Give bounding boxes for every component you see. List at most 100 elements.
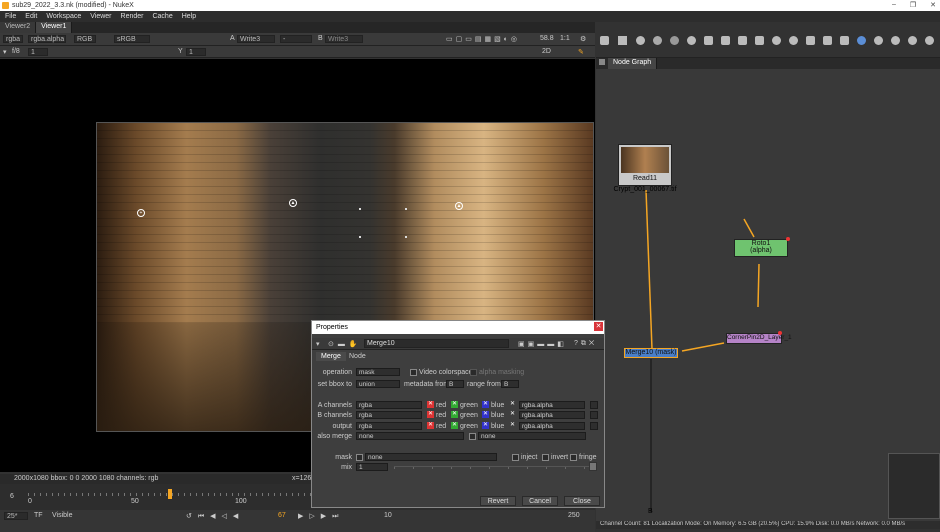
menu-cache[interactable]: Cache [152,13,172,20]
tab-node-graph[interactable]: Node Graph [608,58,658,69]
mix-field[interactable]: 1 [356,463,388,471]
fps-dropdown[interactable]: 25* [4,512,28,520]
gamma-field[interactable]: 1 [186,48,206,56]
operation-dropdown[interactable]: mask [356,368,400,376]
read-node[interactable]: Read11 [618,144,672,186]
b-alpha-dropdown[interactable]: rgba.alpha [519,411,585,419]
deep-icon[interactable] [789,36,798,45]
composite-mode-dropdown[interactable]: - [280,35,312,43]
fringe-checkbox[interactable] [570,454,577,461]
set-bbox-dropdown[interactable]: union [356,380,400,388]
furnace-icon[interactable] [891,36,900,45]
range-from-dropdown[interactable]: B [501,380,519,388]
node-graph-minimap[interactable] [888,453,940,519]
mask-enable-checkbox[interactable] [356,454,363,461]
alpha-channel-checkbox[interactable]: ✕ [509,411,516,418]
cancel-button[interactable]: Cancel [522,496,558,506]
view-mode-dropdown[interactable]: 2D [542,48,551,55]
ratio-dropdown[interactable]: 1:1 [560,35,570,42]
cornerpin-node[interactable]: CornerPin2D_Layer_1 [726,333,792,344]
b-channels-dropdown[interactable]: rgba [356,411,422,419]
green-channel-checkbox[interactable]: ✕ [451,411,458,418]
playhead[interactable] [168,489,172,499]
output-channel-menu[interactable] [590,422,598,430]
point-marker[interactable] [405,208,407,210]
merge-icon[interactable] [721,36,730,45]
paint-icon[interactable]: ✎ [578,48,584,56]
draw-icon[interactable] [618,36,627,45]
blue-channel-checkbox[interactable]: ✕ [482,411,489,418]
tab-node[interactable]: Node [344,352,371,361]
help-icon[interactable] [925,36,934,45]
menu-edit[interactable]: Edit [25,13,37,20]
roto-node[interactable]: Roto1 (alpha) [734,239,788,257]
zoom-level[interactable]: 58.8 [540,35,554,42]
cornerpin-handle-icon[interactable]: ▲ [289,199,297,207]
red-channel-checkbox[interactable]: ✕ [427,422,434,429]
minimize-button[interactable]: – [892,1,896,9]
properties-title-bar[interactable]: Properties [312,321,604,334]
tab-viewer1[interactable]: Viewer1 [36,22,73,33]
channel-icon[interactable] [653,36,662,45]
menu-file[interactable]: File [5,13,16,20]
maximize-button[interactable]: ❐ [910,1,916,9]
tab-viewer2[interactable]: Viewer2 [0,22,37,33]
transport-controls-forward[interactable]: ▶▷▶⏭ [298,512,344,521]
3d-icon[interactable] [755,36,764,45]
viewer-tool-icons[interactable]: ▭▢▭▤▦▧◐◎ [446,35,520,43]
point-marker[interactable] [359,236,361,238]
toolbar-icon[interactable] [600,36,609,45]
tab-merge[interactable]: Merge [316,352,346,361]
alpha-channel-checkbox[interactable]: ✕ [509,401,516,408]
green-channel-checkbox[interactable]: ✕ [451,401,458,408]
inject-checkbox[interactable] [512,454,519,461]
transport-controls[interactable]: ↺⏮◀◁◀ [186,512,244,521]
invert-checkbox[interactable] [542,454,549,461]
green-channel-checkbox[interactable]: ✕ [451,422,458,429]
ml-icon[interactable] [857,36,866,45]
b-input-dropdown[interactable]: Write3 [325,35,363,43]
close-button[interactable]: Close [564,496,600,506]
settings-icon[interactable]: ⚙ [580,35,586,43]
menu-help[interactable]: Help [182,13,196,20]
node-name-field[interactable]: Merge10 [364,339,509,348]
timeframe-dropdown[interactable]: TF [34,512,43,519]
blue-channel-checkbox[interactable]: ✕ [482,422,489,429]
point-marker[interactable] [405,236,407,238]
views-icon[interactable] [806,36,815,45]
menu-viewer[interactable]: Viewer [90,13,111,20]
alpha-channel-dropdown[interactable]: rgba.alpha [28,35,66,43]
filter-icon[interactable] [687,36,696,45]
a-input-dropdown[interactable]: Write3 [237,35,275,43]
merge-node[interactable]: Merge10 (mask) [624,348,678,358]
metadata-from-dropdown[interactable]: B [446,380,464,388]
node-color-icons[interactable]: ▣▣▬▬◧ [518,340,567,348]
visible-range-dropdown[interactable]: Visible [52,512,73,519]
menu-workspace[interactable]: Workspace [46,13,81,20]
alpha-channel-checkbox[interactable]: ✕ [509,422,516,429]
collapse-icon[interactable]: ▾ [316,340,320,348]
menu-render[interactable]: Render [121,13,144,20]
node-tool-icons[interactable]: ⊙▬✋ [328,340,362,348]
gain-field[interactable]: 1 [28,48,48,56]
close-properties-button[interactable]: ✕ [594,322,603,331]
b-channel-menu[interactable] [590,411,598,419]
increment-field[interactable]: 10 [384,512,392,519]
output-dropdown[interactable]: rgba [356,422,422,430]
lut-dropdown[interactable]: sRGB [114,35,150,43]
time-icon[interactable] [636,36,645,45]
other-icon[interactable] [874,36,883,45]
alpha-masking-checkbox[interactable] [470,369,477,376]
video-colorspace-checkbox[interactable] [410,369,417,376]
blue-channel-checkbox[interactable]: ✕ [482,401,489,408]
mask-dropdown[interactable]: none [365,453,497,461]
point-marker[interactable] [359,208,361,210]
cornerpin-handle-icon[interactable]: ▲ [455,202,463,210]
revert-button[interactable]: Revert [480,496,516,506]
toolsets-icon[interactable] [840,36,849,45]
also-merge-dropdown[interactable]: none [356,432,464,440]
red-channel-checkbox[interactable]: ✕ [427,401,434,408]
current-frame[interactable]: 67 [278,512,286,519]
transform-icon[interactable] [738,36,747,45]
also-merge-checkbox[interactable] [469,433,476,440]
